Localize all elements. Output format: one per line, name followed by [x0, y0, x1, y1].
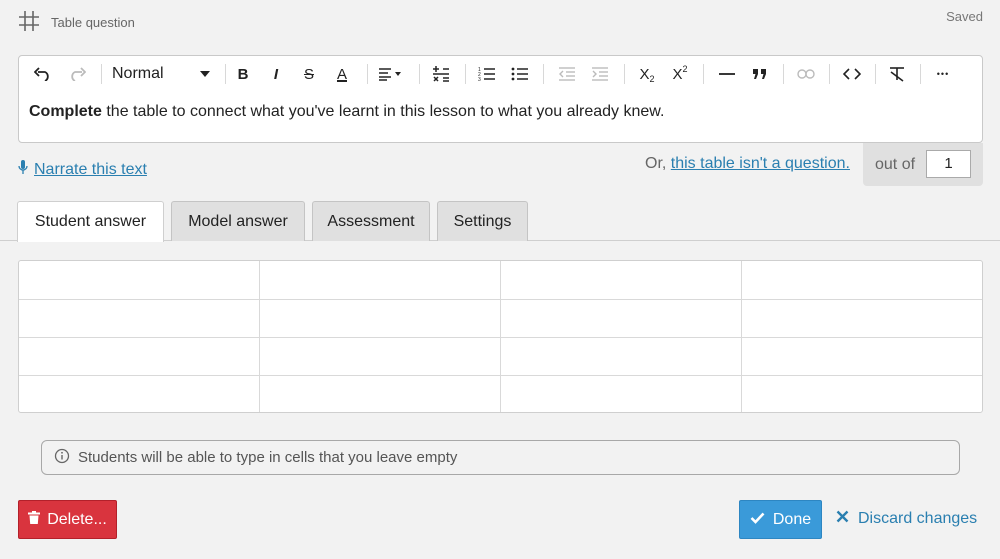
trash-icon — [28, 510, 41, 529]
clear-formatting-icon[interactable] — [886, 63, 908, 85]
more-options-button[interactable]: ••• — [931, 63, 955, 85]
table-cell[interactable] — [500, 375, 742, 412]
tab-student-answer[interactable]: Student answer — [17, 201, 164, 242]
close-icon — [836, 510, 849, 528]
ordered-list-icon[interactable]: 123 — [476, 63, 498, 85]
toolbar-divider — [783, 64, 784, 84]
info-banner: Students will be able to type in cells t… — [41, 440, 960, 475]
table-cell[interactable] — [259, 261, 501, 300]
table-cell[interactable] — [500, 261, 742, 300]
table-row — [19, 337, 982, 376]
table-cell[interactable] — [741, 375, 982, 412]
narrate-link[interactable]: Narrate this text — [18, 159, 147, 180]
check-icon — [750, 511, 765, 529]
table-cell[interactable] — [259, 299, 501, 338]
done-button[interactable]: Done — [739, 500, 822, 539]
rich-text-editor[interactable]: Normal B I S A 123 X2 X 2 ••• Complete t… — [18, 55, 983, 143]
toolbar-divider — [543, 64, 544, 84]
table-cell[interactable] — [741, 299, 982, 338]
done-label: Done — [772, 510, 812, 528]
undo-icon[interactable] — [33, 63, 53, 85]
code-icon[interactable] — [841, 63, 863, 85]
editor-toolbar: Normal B I S A 123 X2 X 2 ••• — [19, 56, 982, 92]
table-cell[interactable] — [19, 337, 261, 376]
score-panel: out of 1 — [863, 143, 983, 186]
answer-table — [18, 260, 983, 413]
not-question-prefix: Or, — [645, 155, 671, 172]
table-row — [19, 375, 982, 412]
discard-changes-button[interactable]: Discard changes — [836, 510, 977, 528]
narrate-label: Narrate this text — [34, 160, 147, 178]
horizontal-rule-icon[interactable] — [716, 63, 738, 85]
toolbar-divider — [367, 64, 368, 84]
paragraph-format-value: Normal — [112, 65, 164, 82]
toolbar-divider — [101, 64, 102, 84]
indent-icon[interactable] — [589, 63, 611, 85]
text-color-button[interactable]: A — [332, 63, 352, 85]
subscript-mark: 2 — [649, 74, 655, 84]
outdent-icon[interactable] — [556, 63, 578, 85]
toolbar-divider — [875, 64, 876, 84]
toolbar-divider — [829, 64, 830, 84]
tab-assessment[interactable]: Assessment — [312, 201, 430, 241]
bullet-list-icon[interactable] — [509, 63, 531, 85]
table-cell[interactable] — [19, 261, 261, 300]
editor-body-text: the table to connect what you've learnt … — [101, 103, 665, 120]
redo-icon[interactable] — [67, 63, 87, 85]
table-cell[interactable] — [741, 261, 982, 300]
answer-grid — [19, 261, 982, 412]
editor-bold-text: Complete — [29, 103, 102, 120]
superscript-button[interactable]: X2 — [669, 63, 691, 85]
delete-label: Delete... — [47, 510, 107, 528]
delete-button[interactable]: Delete... — [18, 500, 117, 539]
microphone-icon — [18, 159, 28, 180]
out-of-label: out of — [875, 156, 916, 173]
table-grid-icon — [18, 10, 40, 32]
table-cell[interactable] — [259, 375, 501, 412]
table-cell[interactable] — [741, 337, 982, 376]
info-icon — [54, 448, 70, 468]
subscript-base: X — [639, 65, 650, 83]
table-row — [19, 261, 982, 300]
discard-label: Discard changes — [858, 510, 978, 527]
table-cell[interactable] — [500, 299, 742, 338]
superscript-base: X — [672, 65, 683, 83]
toolbar-divider — [920, 64, 921, 84]
math-formula-icon[interactable] — [430, 63, 452, 85]
toolbar-divider — [225, 64, 226, 84]
table-cell[interactable] — [259, 337, 501, 376]
toolbar-divider — [465, 64, 466, 84]
editor-content[interactable]: Complete the table to connect what you'v… — [29, 103, 664, 121]
tab-settings[interactable]: Settings — [437, 201, 528, 241]
toolbar-divider — [703, 64, 704, 84]
tab-model-answer[interactable]: Model answer — [171, 201, 305, 241]
strikethrough-button[interactable]: S — [299, 63, 319, 85]
svg-text:3: 3 — [478, 77, 481, 82]
score-input[interactable]: 1 — [926, 150, 971, 178]
subscript-button[interactable]: X2 — [636, 63, 658, 85]
table-cell[interactable] — [19, 299, 261, 338]
toolbar-divider — [624, 64, 625, 84]
align-dropdown-icon[interactable] — [377, 63, 407, 85]
table-cell[interactable] — [19, 375, 261, 412]
table-cell[interactable] — [500, 337, 742, 376]
question-type-title: Table question — [51, 15, 135, 30]
paragraph-format-select[interactable]: Normal — [112, 62, 212, 86]
not-question-link[interactable]: this table isn't a question. — [671, 155, 850, 172]
info-text: Students will be able to type in cells t… — [78, 449, 458, 466]
bold-button[interactable]: B — [233, 63, 253, 85]
toolbar-divider — [419, 64, 420, 84]
superscript-mark: 2 — [682, 64, 688, 74]
not-question-text: Or, this table isn't a question. — [645, 155, 850, 173]
table-row — [19, 299, 982, 338]
blockquote-icon[interactable] — [749, 63, 771, 85]
chevron-down-icon — [200, 71, 210, 77]
link-icon[interactable] — [795, 63, 817, 85]
italic-button[interactable]: I — [266, 63, 286, 85]
save-status: Saved — [946, 9, 983, 24]
